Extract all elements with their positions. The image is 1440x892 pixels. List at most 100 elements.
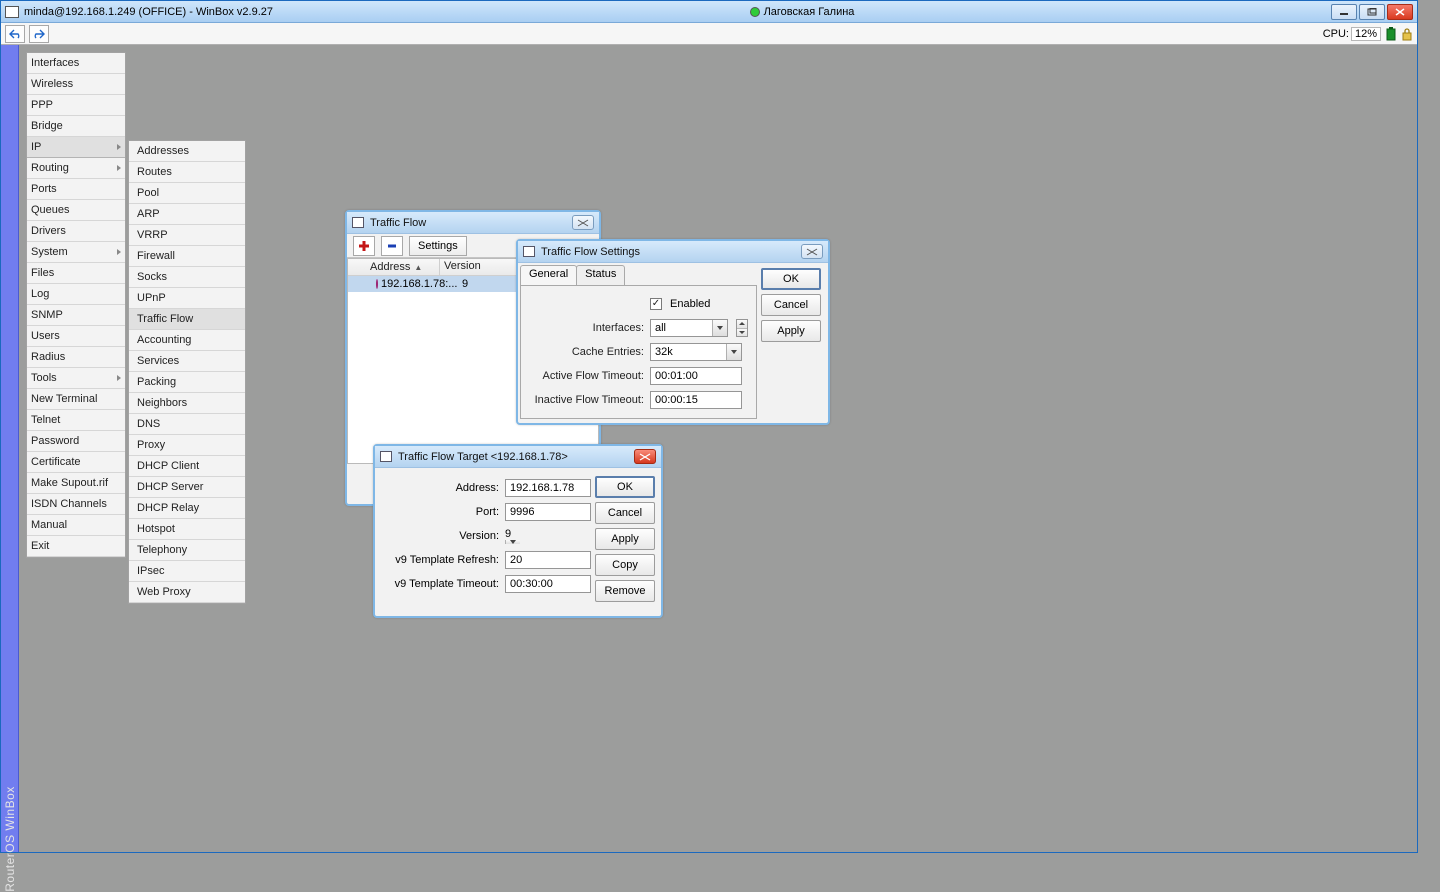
tfs-header[interactable]: Traffic Flow Settings [518, 241, 828, 263]
tft-title: Traffic Flow Target <192.168.1.78> [398, 451, 568, 463]
submenu-item-dhcp-server[interactable]: DHCP Server [129, 477, 245, 498]
inactive-timeout-input[interactable] [650, 391, 742, 409]
menu-item-snmp[interactable]: SNMP [27, 305, 125, 326]
minimize-button[interactable] [1331, 4, 1357, 20]
undo-button[interactable] [5, 25, 25, 43]
menu-item-ports[interactable]: Ports [27, 179, 125, 200]
refresh-label: v9 Template Refresh: [381, 554, 499, 566]
timeout-label: v9 Template Timeout: [381, 578, 499, 590]
add-button[interactable] [353, 236, 375, 256]
menu-item-manual[interactable]: Manual [27, 515, 125, 536]
menu-item-telnet[interactable]: Telnet [27, 410, 125, 431]
cache-label: Cache Entries: [529, 346, 644, 358]
submenu-item-neighbors[interactable]: Neighbors [129, 393, 245, 414]
refresh-input[interactable] [505, 551, 591, 569]
tab-status[interactable]: Status [576, 265, 625, 285]
settings-button[interactable]: Settings [409, 236, 467, 256]
col-address[interactable]: Address [348, 259, 440, 275]
redo-button[interactable] [29, 25, 49, 43]
menu-item-queues[interactable]: Queues [27, 200, 125, 221]
submenu-item-socks[interactable]: Socks [129, 267, 245, 288]
menu-item-certificate[interactable]: Certificate [27, 452, 125, 473]
submenu-item-traffic-flow[interactable]: Traffic Flow [129, 309, 245, 330]
port-input[interactable] [505, 503, 591, 521]
version-label: Version: [381, 530, 499, 542]
cache-combo[interactable]: 32k [650, 343, 742, 361]
enabled-checkbox[interactable] [650, 298, 662, 310]
tft-header[interactable]: Traffic Flow Target <192.168.1.78> [375, 446, 661, 468]
menu-item-exit[interactable]: Exit [27, 536, 125, 557]
tfs-title: Traffic Flow Settings [541, 246, 640, 258]
window-icon [380, 451, 392, 462]
submenu-item-services[interactable]: Services [129, 351, 245, 372]
menu-item-radius[interactable]: Radius [27, 347, 125, 368]
maximize-button[interactable] [1359, 4, 1385, 20]
close-button[interactable] [1387, 4, 1413, 20]
interfaces-spin[interactable] [736, 319, 748, 337]
submenu-item-accounting[interactable]: Accounting [129, 330, 245, 351]
timeout-input[interactable] [505, 575, 591, 593]
submenu-item-dhcp-client[interactable]: DHCP Client [129, 456, 245, 477]
submenu-item-proxy[interactable]: Proxy [129, 435, 245, 456]
cancel-button[interactable]: Cancel [761, 294, 821, 316]
menu-item-drivers[interactable]: Drivers [27, 221, 125, 242]
apply-button[interactable]: Apply [761, 320, 821, 342]
menu-item-routing[interactable]: Routing [27, 158, 125, 179]
window-title: minda@192.168.1.249 (OFFICE) - WinBox v2… [24, 6, 273, 18]
menu-item-bridge[interactable]: Bridge [27, 116, 125, 137]
menu-item-ppp[interactable]: PPP [27, 95, 125, 116]
submenu-item-hotspot[interactable]: Hotspot [129, 519, 245, 540]
presence-indicator: Лаговская Галина [744, 6, 861, 18]
cpu-value: 12% [1351, 27, 1381, 41]
ok-button[interactable]: OK [595, 476, 655, 498]
menu-item-interfaces[interactable]: Interfaces [27, 53, 125, 74]
cancel-button[interactable]: Cancel [595, 502, 655, 524]
menu-item-users[interactable]: Users [27, 326, 125, 347]
submenu-item-pool[interactable]: Pool [129, 183, 245, 204]
submenu-item-telephony[interactable]: Telephony [129, 540, 245, 561]
interfaces-combo[interactable]: all [650, 319, 728, 337]
menu-item-new-terminal[interactable]: New Terminal [27, 389, 125, 410]
tft-close-button[interactable] [634, 449, 656, 464]
tab-general[interactable]: General [520, 265, 577, 285]
ok-button[interactable]: OK [761, 268, 821, 290]
menu-item-tools[interactable]: Tools [27, 368, 125, 389]
submenu-item-packing[interactable]: Packing [129, 372, 245, 393]
address-input[interactable] [505, 479, 591, 497]
copy-button[interactable]: Copy [595, 554, 655, 576]
traffic-flow-settings-window: Traffic Flow Settings General Status Ena… [516, 239, 830, 425]
presence-name: Лаговская Галина [764, 6, 855, 18]
general-panel: Enabled Interfaces: all Cache Entries: 3… [520, 285, 757, 419]
submenu-item-upnp[interactable]: UPnP [129, 288, 245, 309]
submenu-item-ipsec[interactable]: IPsec [129, 561, 245, 582]
presence-dot-icon [750, 7, 760, 17]
menu-item-ip[interactable]: IP [27, 137, 125, 158]
main-menu: InterfacesWirelessPPPBridgeIPRoutingPort… [26, 52, 126, 558]
menu-item-log[interactable]: Log [27, 284, 125, 305]
version-combo[interactable]: 9 [505, 528, 591, 544]
target-icon [376, 279, 378, 289]
menu-item-make-supout-rif[interactable]: Make Supout.rif [27, 473, 125, 494]
submenu-item-dns[interactable]: DNS [129, 414, 245, 435]
tfs-close-button[interactable] [801, 244, 823, 259]
menu-item-password[interactable]: Password [27, 431, 125, 452]
submenu-item-web-proxy[interactable]: Web Proxy [129, 582, 245, 603]
submenu-item-addresses[interactable]: Addresses [129, 141, 245, 162]
app-icon [5, 6, 19, 18]
remove-button[interactable] [381, 236, 403, 256]
submenu-item-routes[interactable]: Routes [129, 162, 245, 183]
submenu-item-dhcp-relay[interactable]: DHCP Relay [129, 498, 245, 519]
menu-item-wireless[interactable]: Wireless [27, 74, 125, 95]
traffic-flow-header[interactable]: Traffic Flow [347, 212, 599, 234]
submenu-item-firewall[interactable]: Firewall [129, 246, 245, 267]
submenu-item-arp[interactable]: ARP [129, 204, 245, 225]
interfaces-label: Interfaces: [529, 322, 644, 334]
traffic-flow-close-button[interactable] [572, 215, 594, 230]
remove-button[interactable]: Remove [595, 580, 655, 602]
submenu-item-vrrp[interactable]: VRRP [129, 225, 245, 246]
active-timeout-input[interactable] [650, 367, 742, 385]
menu-item-isdn-channels[interactable]: ISDN Channels [27, 494, 125, 515]
apply-button[interactable]: Apply [595, 528, 655, 550]
menu-item-files[interactable]: Files [27, 263, 125, 284]
menu-item-system[interactable]: System [27, 242, 125, 263]
